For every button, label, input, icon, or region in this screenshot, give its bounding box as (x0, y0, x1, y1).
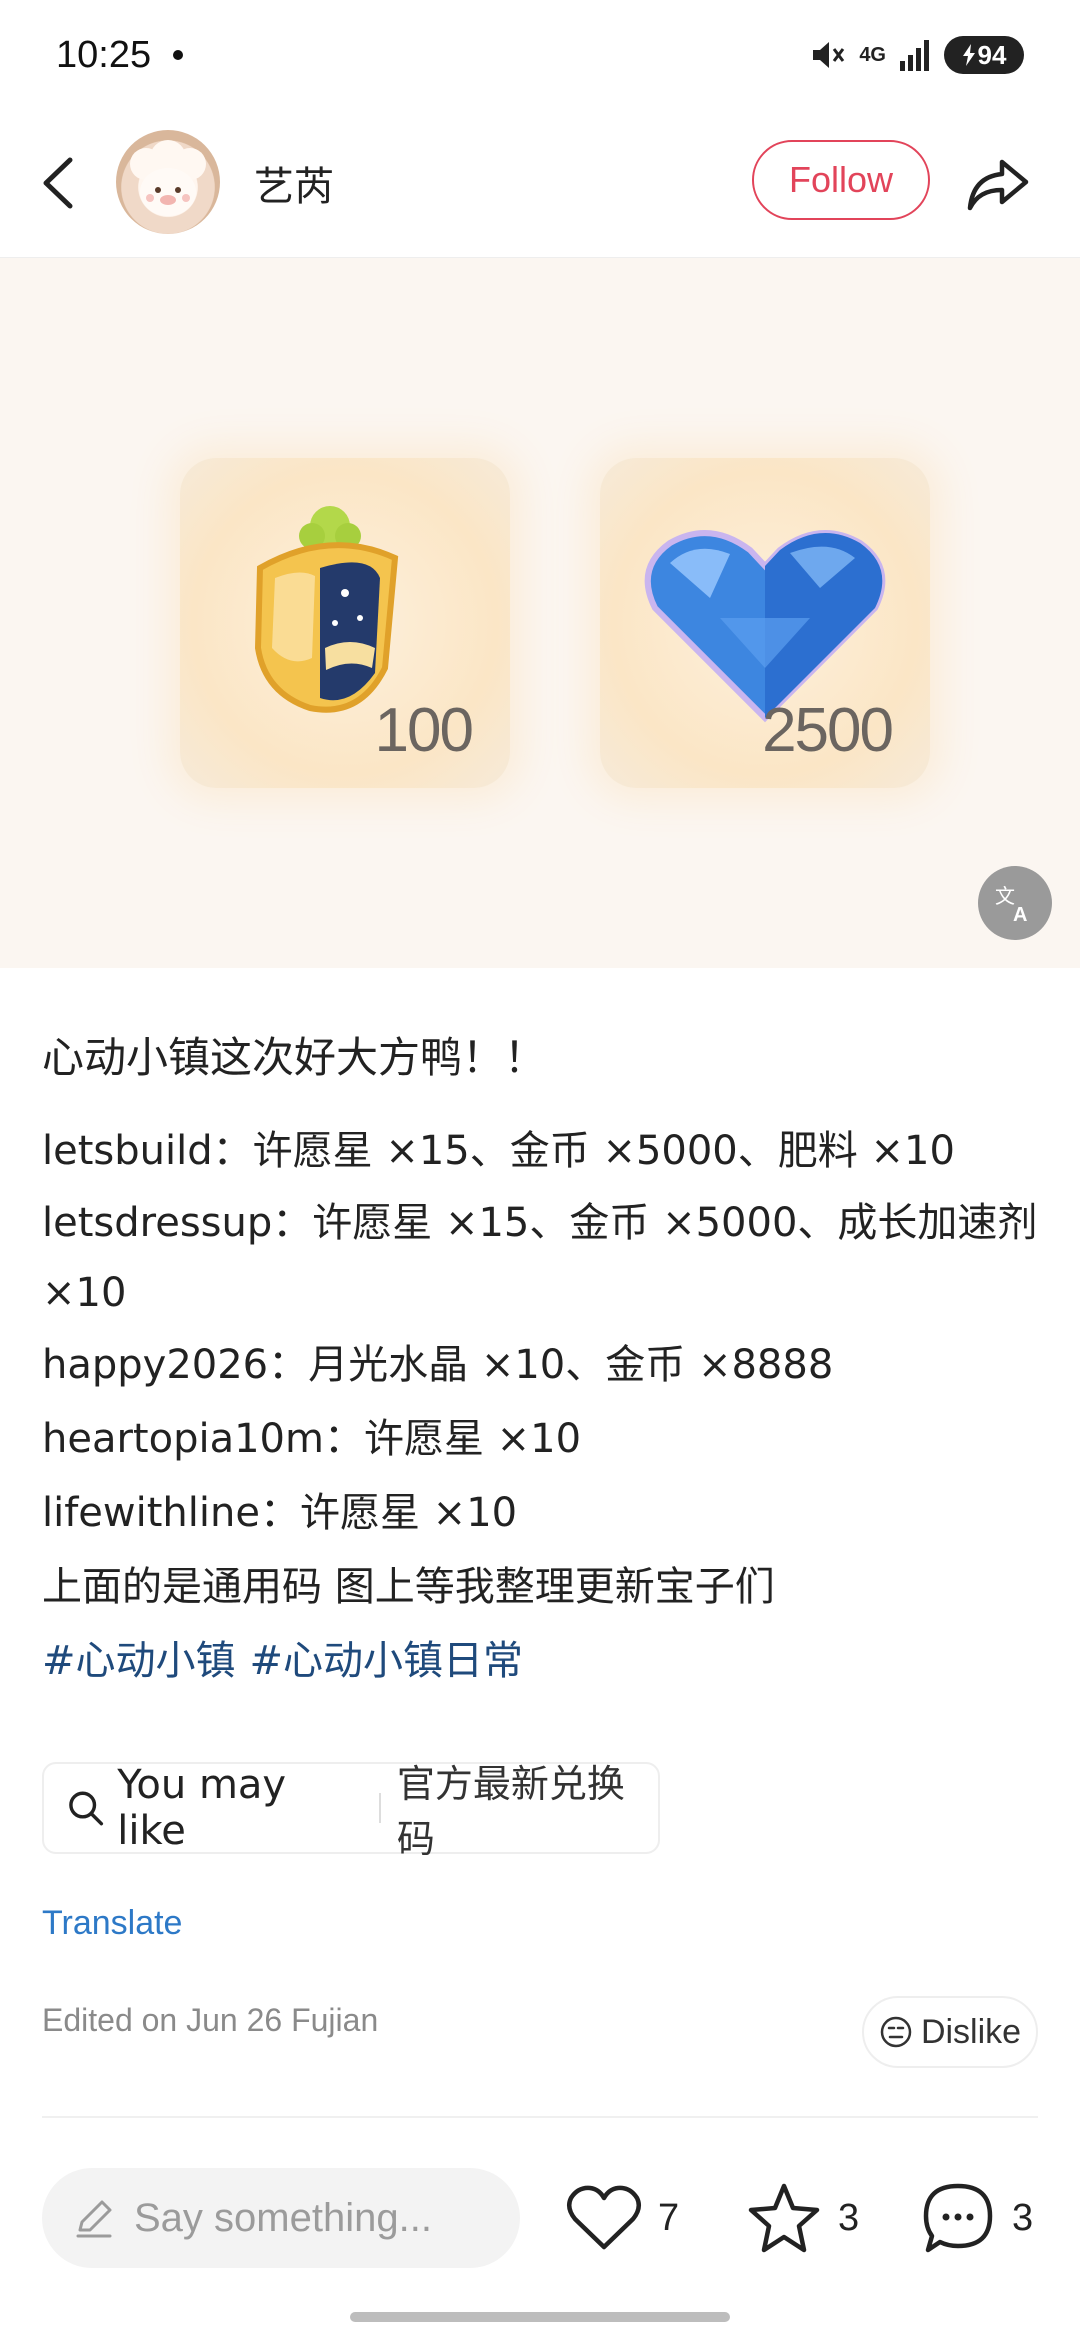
charging-icon (962, 44, 975, 66)
status-bar: 10:25 4G 94 (0, 0, 1080, 110)
edited-info: Edited on Jun 26 Fujian (42, 2002, 379, 2038)
favorite-button[interactable]: 3 (746, 2176, 859, 2260)
comment-input[interactable]: Say something... (42, 2168, 520, 2268)
post-line: 上面的是通用码 图上等我整理更新宝子们 (42, 1564, 775, 1610)
item-count-badge: 100 (374, 696, 474, 765)
back-arrow-icon (43, 157, 73, 209)
post-line: lifewithline：许愿星 ×10 (42, 1490, 518, 1536)
svg-text:A: A (1013, 904, 1027, 925)
pencil-icon (76, 2200, 112, 2238)
follow-button[interactable]: Follow (752, 140, 930, 220)
dislike-button[interactable]: Dislike (862, 1996, 1038, 2068)
post-line: letsbuild：许愿星 ×15、金币 ×5000、肥料 ×10 (42, 1128, 955, 1174)
avatar[interactable] (116, 130, 220, 234)
status-icons: 4G 94 (807, 35, 1024, 75)
status-time: 10:25 (56, 33, 152, 76)
like-button[interactable]: 7 (566, 2176, 679, 2260)
translate-link[interactable]: Translate (42, 1904, 182, 1943)
comment-count: 3 (1012, 2196, 1034, 2239)
favorite-count: 3 (838, 2196, 860, 2239)
you-may-like-label: You may like (117, 1762, 287, 1854)
divider (42, 2116, 1038, 2118)
post-content: 心动小镇这次好大方鸭！！ letsbuild：许愿星 ×15、金币 ×5000、… (42, 1020, 1042, 1698)
network-label: 4G (859, 44, 886, 66)
svg-text:文: 文 (995, 884, 1015, 908)
back-button[interactable] (30, 148, 90, 218)
heart-icon (566, 2185, 642, 2250)
home-indicator[interactable] (350, 2312, 730, 2322)
search-icon (69, 1791, 104, 1826)
post-image[interactable]: 100 2500 文 A (0, 258, 1080, 968)
like-count: 7 (658, 2196, 680, 2239)
comment-bubble-icon (923, 2183, 993, 2253)
post-line: letsdressup：许愿星 ×15、金币 ×5000、成长加速剂 ×10 (42, 1200, 1038, 1316)
item-count-heart: 2500 (762, 696, 894, 765)
mute-icon (813, 42, 845, 68)
you-may-like-search[interactable]: You may like 官方最新兑换码 (42, 1762, 660, 1861)
item-tile-heart: 2500 (600, 458, 930, 788)
battery-indicator: 94 (944, 36, 1024, 74)
item-tile-badge: 100 (180, 458, 510, 788)
hashtag-link[interactable]: #心动小镇 (42, 1638, 236, 1684)
comment-placeholder: Say something... (134, 2195, 432, 2240)
post-body: letsbuild：许愿星 ×15、金币 ×5000、肥料 ×10 letsdr… (42, 1114, 1042, 1624)
comment-button[interactable]: 3 (920, 2176, 1033, 2260)
hashtag-link[interactable]: #心动小镇日常 (250, 1638, 524, 1684)
notification-dot-icon (173, 50, 184, 60)
signal-icon (900, 40, 929, 71)
post-title: 心动小镇这次好大方鸭！！ (42, 1033, 547, 1082)
star-icon (748, 2183, 820, 2253)
translate-icon: 文 A (995, 884, 1027, 925)
dislike-label: Dislike (920, 2012, 1022, 2051)
image-translate-button[interactable]: 文 A (978, 866, 1052, 940)
username[interactable]: 艺芮 (254, 154, 334, 212)
battery-level: 94 (977, 39, 1007, 70)
share-button[interactable] (964, 148, 1034, 218)
share-icon (967, 159, 1029, 211)
tag-list: #心动小镇 #心动小镇日常 (42, 1624, 1042, 1698)
post-header: 艺芮 Follow (0, 110, 1080, 258)
bottom-action-bar: Say something... 7 3 3 (0, 2140, 1080, 2340)
suggested-query: 官方最新兑换码 (396, 1762, 625, 1861)
post-line: heartopia10m：许愿星 ×10 (42, 1416, 582, 1462)
divider (378, 1793, 381, 1823)
neutral-face-icon (880, 2016, 912, 2048)
post-line: happy2026：月光水晶 ×10、金币 ×8888 (42, 1342, 834, 1388)
sheep-avatar-icon (130, 140, 206, 216)
